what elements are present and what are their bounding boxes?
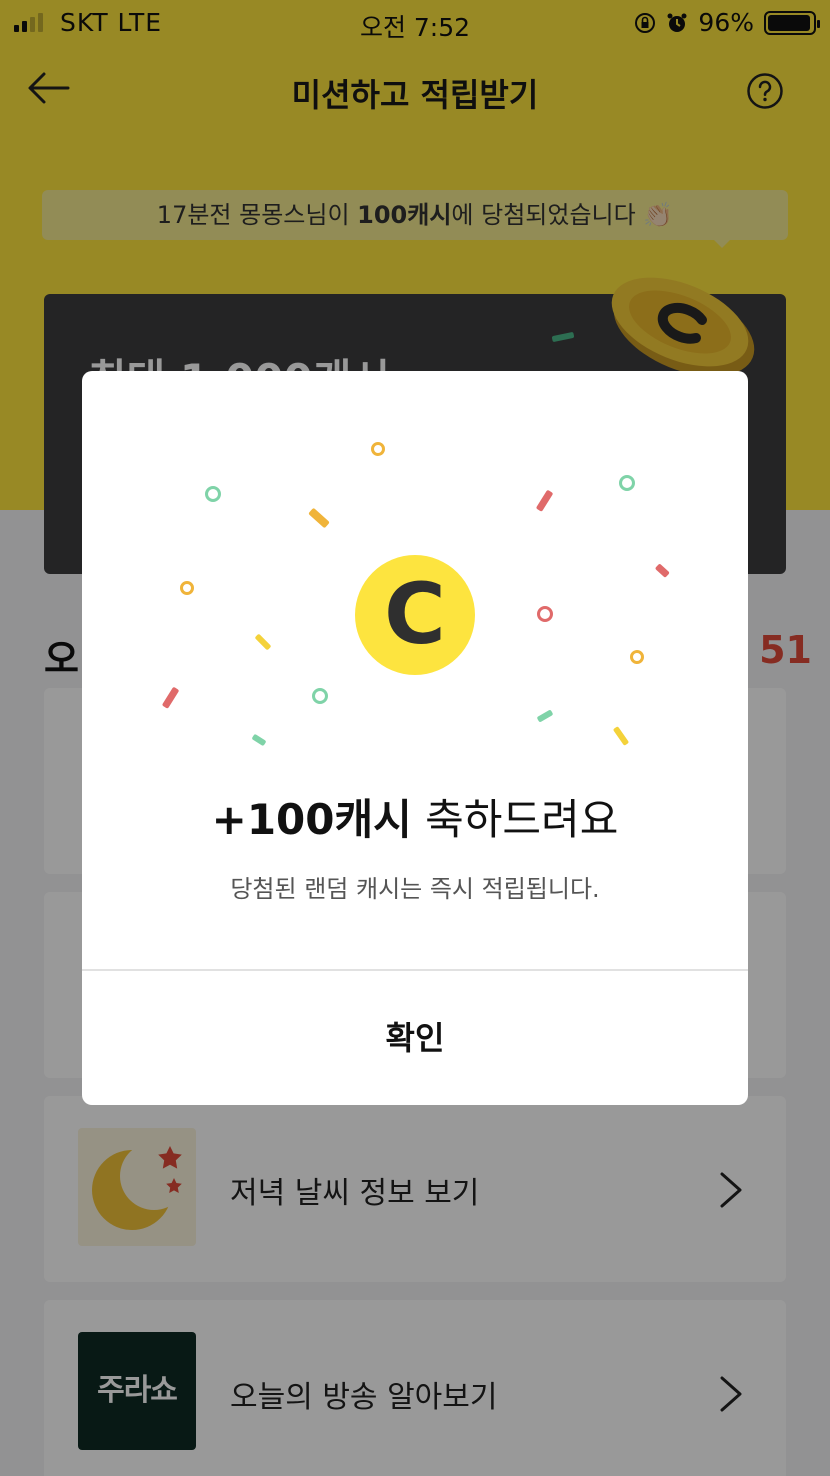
confetti-illustration: C [162, 442, 670, 746]
confirm-button[interactable]: 확인 [82, 971, 748, 1105]
coin-letter: C [384, 565, 446, 663]
reward-subtitle: 당첨된 랜덤 캐시는 즉시 적립됩니다. [230, 875, 600, 903]
reward-headline: +100캐시 축하드려요 [82, 786, 748, 847]
reward-amount: +100캐시 [211, 795, 412, 844]
reward-modal: C +100캐시 축하드려요 당첨된 랜덤 캐시는 즉시 적립됩니다. 확인 [82, 371, 748, 1105]
reward-message: 축하드려요 [411, 795, 619, 844]
